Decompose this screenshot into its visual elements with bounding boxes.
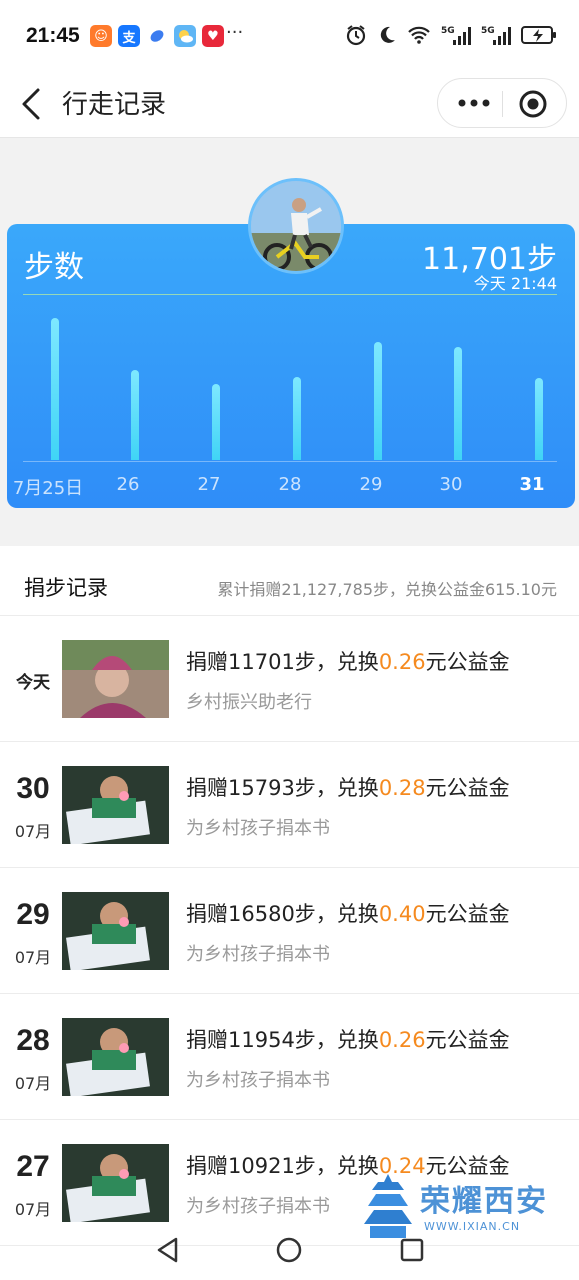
record-thumbnail [62, 892, 169, 970]
steps-bar [293, 377, 301, 460]
health-icon: ♥ [202, 25, 224, 47]
status-bar: 21:45 ☺ 支 ♥ ··· 5G 5G [0, 0, 579, 72]
record-row[interactable]: 30 07月 捐赠15793步，兑换0.28元公益金 为乡村孩子捐本书 [0, 742, 579, 868]
blue-app-icon [146, 25, 168, 47]
record-row[interactable]: 今天 捐赠11701步，兑换0.26元公益金 乡村振兴助老行 [0, 616, 579, 742]
home-circle-icon[interactable] [271, 1232, 307, 1268]
steps-bar [454, 347, 462, 460]
more-icon[interactable] [456, 89, 492, 117]
record-text: 捐赠11701步，兑换0.26元公益金 [186, 650, 510, 674]
donation-records: 捐步记录 累计捐赠21,127,785步，兑换公益金615.10元 今天 捐赠1… [0, 546, 579, 1280]
steps-tick-label: 31 [519, 474, 545, 495]
record-amount: 0.26 [378, 650, 426, 674]
record-project: 为乡村孩子捐本书 [186, 818, 330, 839]
svg-text:5G: 5G [441, 26, 455, 36]
nav-bar: 行走记录 [0, 72, 579, 138]
moon-icon [377, 24, 397, 46]
steps-bar [131, 370, 139, 460]
taobao-icon: ☺ [90, 25, 112, 47]
record-day: 27 [16, 1150, 50, 1183]
steps-bar [51, 318, 59, 460]
steps-tick-label: 27 [197, 474, 221, 495]
record-month: 07月 [14, 948, 52, 967]
record-amount: 0.40 [378, 902, 426, 926]
record-day: 28 [16, 1024, 50, 1057]
capsule-divider [502, 91, 503, 117]
record-month: 07月 [14, 822, 52, 841]
steps-bar [212, 384, 220, 460]
watermark-text: 荣耀西安 [420, 1184, 548, 1219]
record-thumbnail [62, 640, 169, 718]
steps-tick-label: 28 [278, 474, 302, 495]
record-text: 捐赠11954步，兑换0.26元公益金 [186, 1028, 510, 1052]
battery-charging-icon [521, 24, 557, 46]
steps-bar [374, 342, 382, 460]
steps-tick-label: 30 [439, 474, 463, 495]
record-thumbnail [62, 1018, 169, 1096]
record-text: 捐赠16580步，兑换0.40元公益金 [186, 902, 510, 926]
record-text: 捐赠15793步，兑换0.28元公益金 [186, 776, 510, 800]
record-day: 29 [16, 898, 50, 931]
user-avatar[interactable] [248, 178, 344, 274]
record-thumbnail [62, 1144, 169, 1222]
records-header: 捐步记录 累计捐赠21,127,785步，兑换公益金615.10元 [0, 546, 579, 616]
signal-5g-icon: 5G [441, 24, 471, 46]
record-row[interactable]: 28 07月 捐赠11954步，兑换0.26元公益金 为乡村孩子捐本书 [0, 994, 579, 1120]
status-time: 21:45 [26, 24, 80, 47]
record-amount: 0.26 [378, 1028, 426, 1052]
alarm-icon [345, 24, 367, 46]
record-project: 为乡村孩子捐本书 [186, 1196, 330, 1217]
record-day: 今天 [16, 673, 50, 692]
steps-tick-label: 7月25日 [12, 478, 84, 499]
steps-tick-label: 29 [359, 474, 383, 495]
record-project: 乡村振兴助老行 [186, 692, 312, 713]
record-amount: 0.28 [378, 776, 426, 800]
system-nav-bar [0, 1222, 579, 1280]
more-notifications: ··· [226, 22, 244, 43]
close-target-icon[interactable] [518, 89, 548, 119]
steps-tick-label: 26 [116, 474, 140, 495]
page-title: 行走记录 [62, 90, 167, 120]
weather-icon [174, 25, 196, 47]
record-row[interactable]: 29 07月 捐赠16580步，兑换0.40元公益金 为乡村孩子捐本书 [0, 868, 579, 994]
miniprogram-capsule [437, 78, 567, 128]
recents-square-icon[interactable] [394, 1232, 430, 1268]
signal-5g-icon: 5G [481, 24, 511, 46]
alipay-icon: 支 [118, 25, 140, 47]
back-icon[interactable] [18, 86, 46, 122]
back-triangle-icon[interactable] [150, 1232, 186, 1268]
system-icons: 5G 5G [345, 24, 557, 46]
chart-baseline [23, 461, 557, 462]
wifi-icon [407, 24, 431, 46]
notification-icons: ☺ 支 ♥ [90, 25, 224, 47]
records-summary: 累计捐赠21,127,785步，兑换公益金615.10元 [217, 580, 557, 599]
record-project: 为乡村孩子捐本书 [186, 1070, 330, 1091]
svg-text:5G: 5G [481, 26, 495, 36]
records-title: 捐步记录 [24, 576, 108, 600]
record-project: 为乡村孩子捐本书 [186, 944, 330, 965]
record-day: 30 [16, 772, 50, 805]
record-month: 07月 [14, 1200, 52, 1219]
steps-bar [535, 378, 543, 460]
record-thumbnail [62, 766, 169, 844]
record-month: 07月 [14, 1074, 52, 1093]
